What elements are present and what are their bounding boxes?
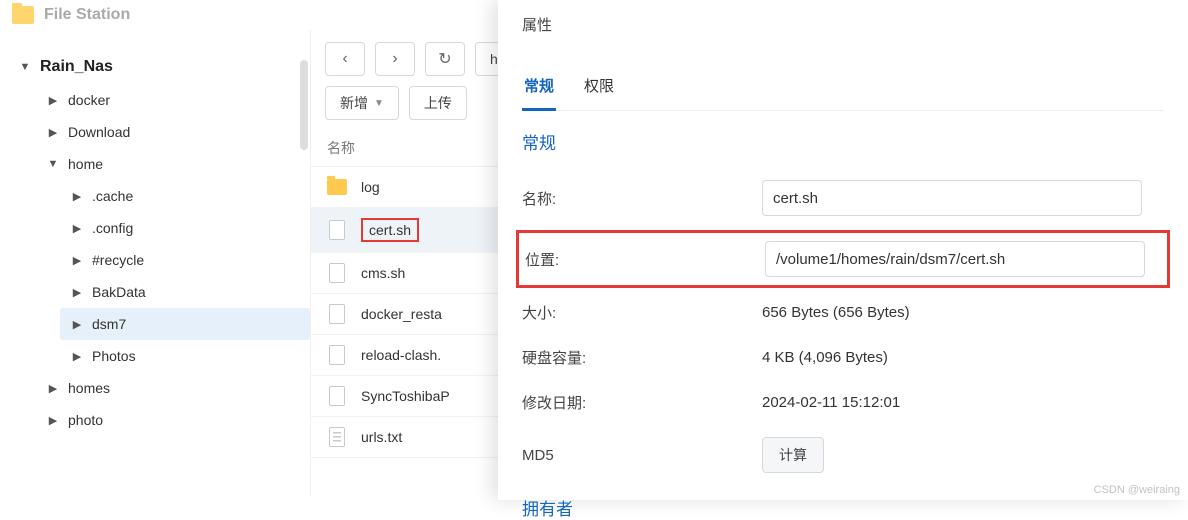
back-button[interactable]: ‹ — [325, 42, 365, 76]
chevron-down-icon[interactable] — [46, 158, 60, 170]
file-icon — [327, 304, 347, 324]
sidebar-item-home[interactable]: home — [36, 148, 310, 180]
file-icon — [327, 220, 347, 240]
upload-button[interactable]: 上传 — [409, 86, 467, 120]
sidebar-item-recycle[interactable]: #recycle — [60, 244, 310, 276]
folder-icon — [327, 177, 347, 197]
prop-label-location: 位置: — [525, 249, 765, 270]
tab-general[interactable]: 常规 — [522, 65, 556, 110]
chevron-right-icon[interactable] — [46, 382, 60, 395]
add-button[interactable]: 新增▼ — [325, 86, 399, 120]
app-title: File Station — [44, 6, 130, 24]
section-general-title: 常规 — [522, 129, 1164, 154]
prop-value-size: 656 Bytes (656 Bytes) — [762, 304, 1164, 321]
prop-row-disk: 硬盘容量: 4 KB (4,096 Bytes) — [522, 335, 1164, 380]
prop-label-disk: 硬盘容量: — [522, 347, 762, 368]
md5-compute-button[interactable]: 计算 — [762, 437, 824, 473]
sidebar-item-dsm7[interactable]: dsm7 — [60, 308, 310, 340]
section-owner-title: 拥有者 — [522, 495, 1164, 520]
chevron-right-icon[interactable] — [70, 254, 84, 267]
chevron-right-icon[interactable] — [46, 94, 60, 107]
refresh-button[interactable]: ↻ — [425, 42, 465, 76]
prop-label-size: 大小: — [522, 302, 762, 323]
forward-button[interactable]: › — [375, 42, 415, 76]
panel-tabs: 常规 权限 — [522, 65, 1164, 111]
prop-row-md5: MD5 计算 — [522, 425, 1164, 485]
prop-value-disk: 4 KB (4,096 Bytes) — [762, 349, 1164, 366]
chevron-right-icon[interactable] — [46, 414, 60, 427]
sidebar-item-homes[interactable]: homes — [36, 372, 310, 404]
sidebar: Rain_Nas docker Download home .cache .co… — [0, 30, 310, 496]
chevron-right-icon[interactable] — [70, 318, 84, 331]
prop-label-name: 名称: — [522, 188, 762, 209]
chevron-down-icon: ▼ — [374, 98, 384, 109]
watermark: CSDN @weiraing — [1094, 484, 1180, 496]
file-icon — [327, 345, 347, 365]
tab-permission[interactable]: 权限 — [582, 65, 616, 110]
chevron-right-icon[interactable] — [70, 190, 84, 203]
tree-root-item[interactable]: Rain_Nas — [8, 50, 310, 84]
location-input[interactable] — [765, 241, 1145, 277]
prop-value-modified: 2024-02-11 15:12:01 — [762, 394, 1164, 411]
sidebar-item-cache[interactable]: .cache — [60, 180, 310, 212]
chevron-right-icon[interactable] — [70, 350, 84, 363]
sidebar-item-download[interactable]: Download — [36, 116, 310, 148]
sidebar-item-photos[interactable]: Photos — [60, 340, 310, 372]
file-icon — [327, 263, 347, 283]
name-input[interactable] — [762, 180, 1142, 216]
sidebar-item-photo[interactable]: photo — [36, 404, 310, 436]
prop-row-modified: 修改日期: 2024-02-11 15:12:01 — [522, 380, 1164, 425]
sidebar-item-docker[interactable]: docker — [36, 84, 310, 116]
prop-label-md5: MD5 — [522, 447, 762, 464]
prop-row-location: 位置: — [516, 230, 1170, 288]
sidebar-item-bakdata[interactable]: BakData — [60, 276, 310, 308]
chevron-right-icon[interactable] — [46, 126, 60, 139]
properties-panel: 属性 常规 权限 常规 名称: 位置: 大小: 656 Bytes (656 B… — [498, 0, 1188, 500]
folder-icon — [12, 6, 34, 24]
chevron-right-icon[interactable] — [70, 286, 84, 299]
prop-row-size: 大小: 656 Bytes (656 Bytes) — [522, 290, 1164, 335]
tree-root-label: Rain_Nas — [40, 58, 113, 76]
chevron-right-icon[interactable] — [70, 222, 84, 235]
sidebar-item-config[interactable]: .config — [60, 212, 310, 244]
panel-title: 属性 — [522, 14, 1164, 35]
prop-row-name: 名称: — [522, 168, 1164, 228]
prop-label-modified: 修改日期: — [522, 392, 762, 413]
file-icon — [327, 386, 347, 406]
text-file-icon — [327, 427, 347, 447]
chevron-down-icon[interactable] — [18, 61, 32, 73]
scrollbar[interactable] — [300, 60, 308, 150]
